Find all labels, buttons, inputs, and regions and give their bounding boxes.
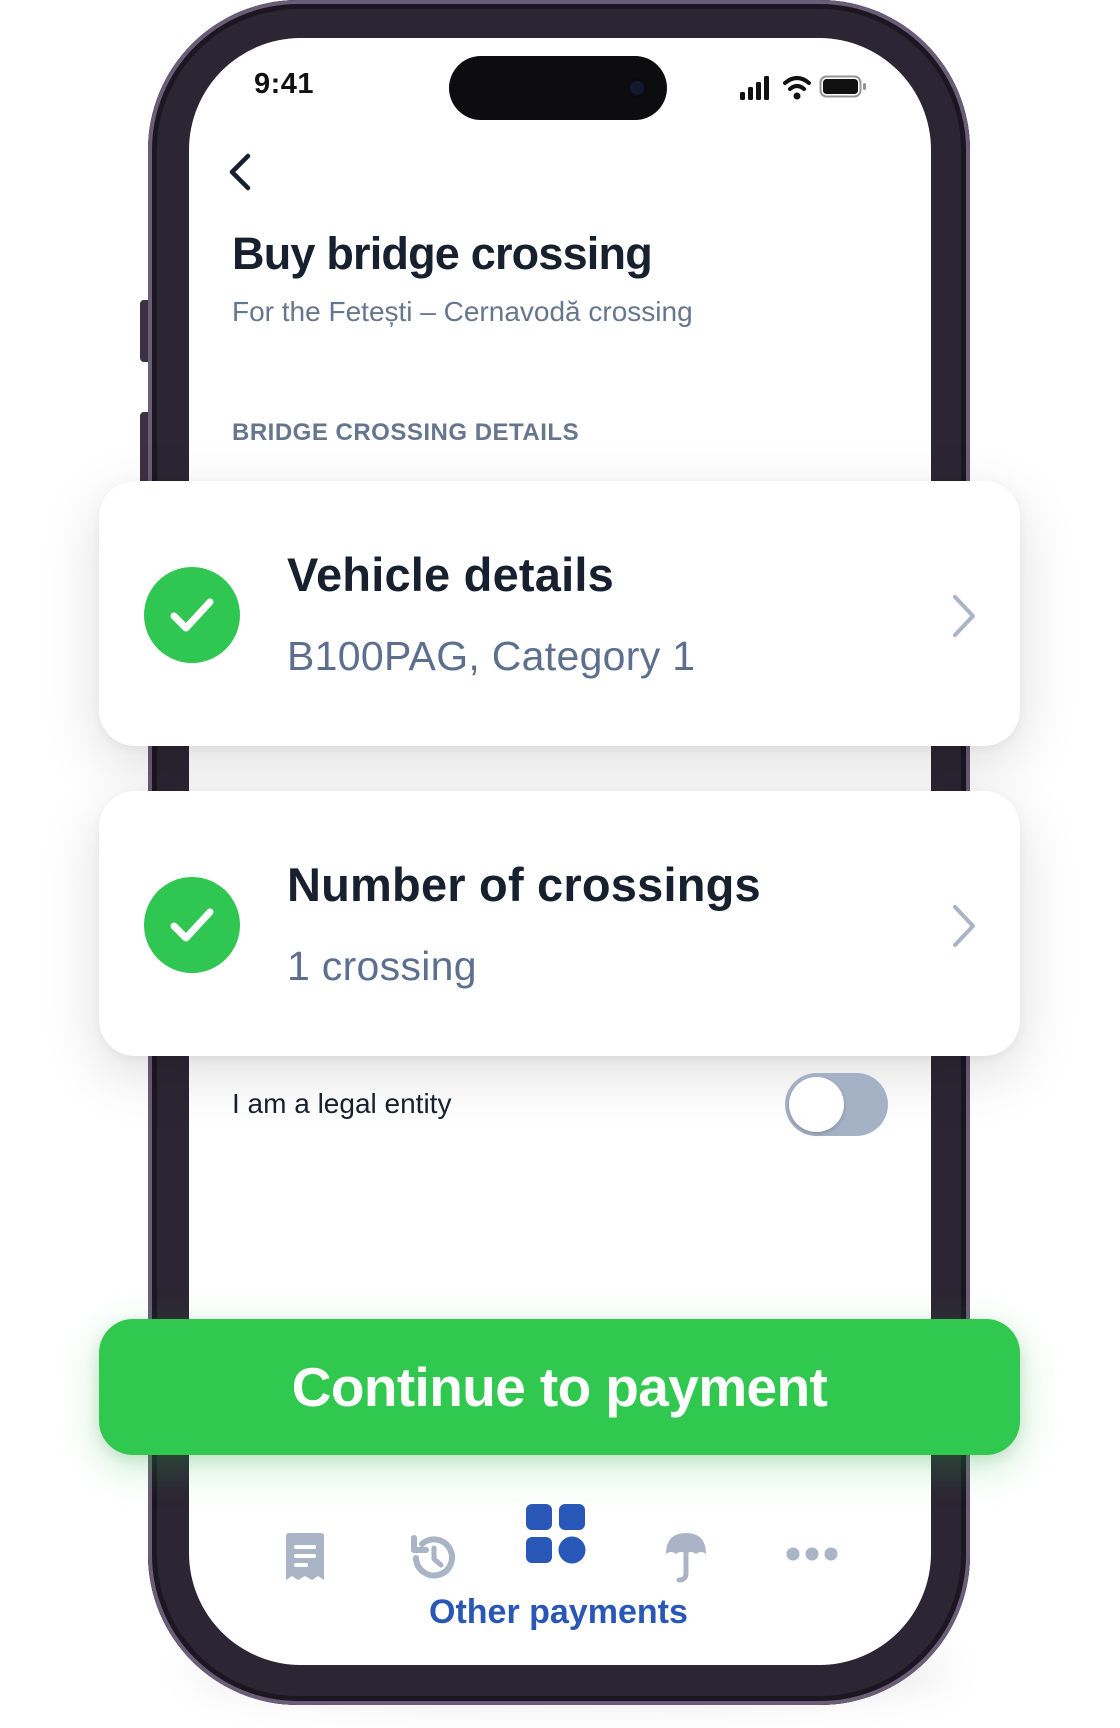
continue-to-payment-button[interactable]: Continue to payment (99, 1319, 1020, 1455)
tab-insurance[interactable] (664, 1530, 708, 1584)
toggle-knob (789, 1077, 844, 1132)
more-icon (786, 1547, 838, 1561)
chevron-right-icon (953, 905, 975, 947)
section-label: BRIDGE CROSSING DETAILS (232, 419, 580, 446)
tab-history[interactable] (408, 1532, 458, 1584)
status-time: 9:41 (254, 68, 315, 100)
vehicle-details-card[interactable]: Vehicle details B100PAG, Category 1 (99, 481, 1020, 746)
tab-more[interactable] (786, 1546, 838, 1562)
number-of-crossings-card[interactable]: Number of crossings 1 crossing (99, 791, 1020, 1056)
receipt-icon (286, 1533, 324, 1580)
tab-receipts[interactable] (282, 1532, 328, 1584)
status-icons (740, 75, 866, 100)
card-value: B100PAG, Category 1 (287, 633, 696, 679)
history-icon (411, 1535, 455, 1579)
wifi-icon (783, 76, 811, 100)
tab-label-other-payments[interactable]: Other payments (429, 1593, 688, 1632)
legal-entity-toggle[interactable] (785, 1073, 888, 1136)
check-circle-icon (144, 567, 240, 663)
umbrella-icon (666, 1533, 706, 1583)
chevron-right-icon (953, 595, 975, 637)
legal-entity-label: I am a legal entity (232, 1088, 452, 1119)
check-circle-icon (144, 877, 240, 973)
page-subtitle: For the Fetești – Cernavodă crossing (232, 296, 693, 327)
battery-icon (819, 75, 866, 98)
camera-icon (627, 78, 647, 98)
grid-icon (526, 1504, 586, 1564)
chevron-left-icon[interactable] (224, 150, 260, 194)
card-title: Number of crossings (287, 858, 761, 911)
tab-other-payments[interactable] (525, 1503, 587, 1565)
page-title: Buy bridge crossing (232, 228, 653, 279)
card-value: 1 crossing (287, 943, 477, 989)
signal-icon (740, 76, 769, 100)
card-title: Vehicle details (287, 548, 614, 601)
